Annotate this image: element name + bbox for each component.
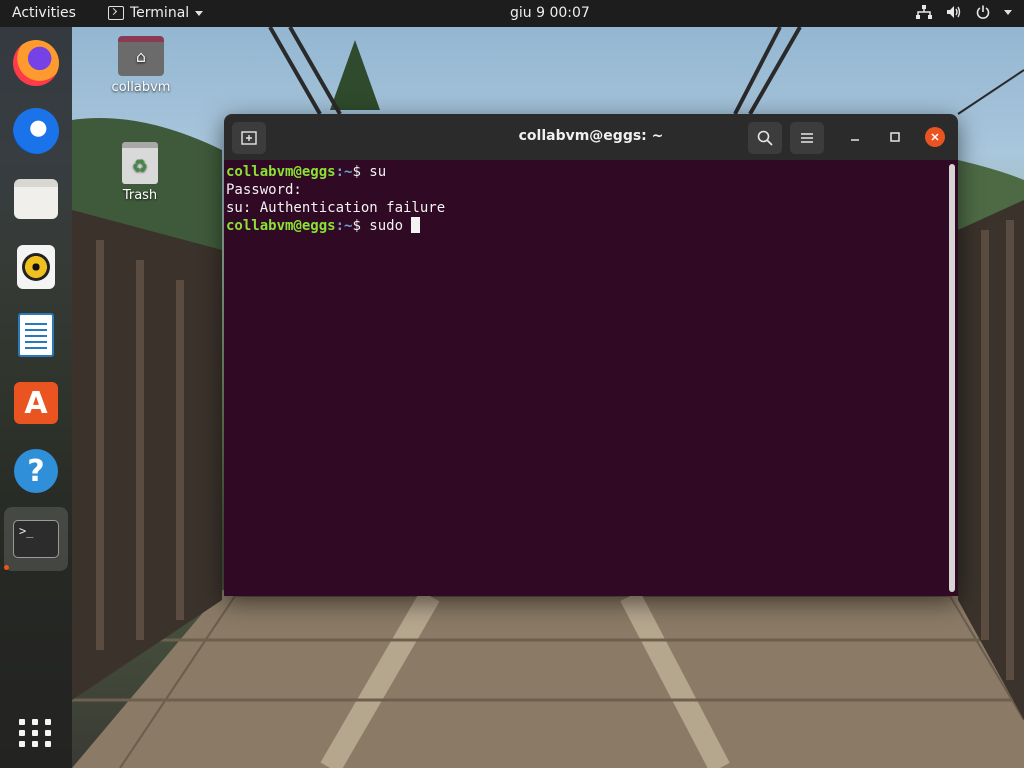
- trash-icon: ♻: [122, 142, 158, 184]
- desktop-icon-label: Trash: [122, 188, 158, 203]
- running-indicator: [4, 565, 9, 570]
- prompt-user: collabvm@eggs: [226, 164, 336, 180]
- power-icon: [976, 5, 990, 19]
- dock-ubuntu-software[interactable]: A: [4, 371, 68, 435]
- minimize-button[interactable]: [845, 127, 865, 147]
- rhythmbox-icon: [17, 245, 55, 289]
- activities-button[interactable]: Activities: [12, 5, 76, 21]
- prompt-path: :~: [335, 218, 353, 234]
- chevron-down-icon: [1004, 9, 1012, 15]
- command-text: sudo: [369, 218, 412, 234]
- prompt-symbol: $: [352, 164, 370, 180]
- scrollbar[interactable]: [949, 164, 955, 592]
- terminal-line: su: Authentication failure: [226, 200, 446, 216]
- dock-firefox[interactable]: [4, 31, 68, 95]
- prompt-symbol: $: [352, 218, 370, 234]
- network-icon: [916, 5, 932, 19]
- terminal-line: collabvm@eggs:~$ su: [226, 163, 956, 181]
- volume-icon: [946, 5, 962, 19]
- maximize-icon: [890, 132, 900, 142]
- text-cursor: [411, 217, 421, 233]
- dock-libreoffice-writer[interactable]: [4, 303, 68, 367]
- hamburger-menu-icon: [801, 133, 813, 143]
- show-applications-button[interactable]: [4, 701, 68, 765]
- minimize-icon: [851, 139, 859, 141]
- prompt-user: collabvm@eggs: [226, 218, 336, 234]
- libreoffice-writer-icon: [18, 313, 54, 357]
- dock-terminal[interactable]: >_: [4, 507, 68, 571]
- terminal-line: Password:: [226, 182, 302, 198]
- search-icon: [757, 130, 773, 146]
- ubuntu-software-icon: A: [14, 382, 58, 424]
- home-folder-icon: ⌂: [118, 36, 164, 76]
- thunderbird-icon: [13, 108, 59, 154]
- terminal-icon: >_: [13, 520, 59, 558]
- terminal-small-icon: [108, 6, 124, 20]
- close-button[interactable]: [925, 127, 945, 147]
- terminal-output[interactable]: collabvm@eggs:~$ su Password: su: Authen…: [224, 160, 958, 596]
- dock: A ? >_: [0, 27, 72, 768]
- dock-help[interactable]: ?: [4, 439, 68, 503]
- terminal-line: collabvm@eggs:~$ sudo: [226, 217, 956, 235]
- close-icon: [931, 133, 939, 141]
- menu-button[interactable]: [790, 122, 824, 154]
- chevron-down-icon: [195, 10, 204, 16]
- search-button[interactable]: [748, 122, 782, 154]
- app-menu[interactable]: Terminal: [108, 5, 204, 21]
- terminal-window: collabvm@eggs: ~ collabvm@eggs:~$ su Pas…: [224, 114, 958, 596]
- new-tab-button[interactable]: [232, 122, 266, 154]
- dock-files[interactable]: [4, 167, 68, 231]
- maximize-button[interactable]: [885, 127, 905, 147]
- window-titlebar[interactable]: collabvm@eggs: ~: [224, 114, 958, 160]
- desktop-icon-label: collabvm: [111, 80, 171, 95]
- desktop-icon-trash[interactable]: ♻ Trash: [110, 142, 170, 203]
- top-bar: Activities Terminal giu 9 00:07: [0, 0, 1024, 27]
- clock[interactable]: giu 9 00:07: [510, 5, 590, 21]
- prompt-path: :~: [335, 164, 353, 180]
- app-grid-icon: [19, 719, 53, 747]
- system-status-menu[interactable]: [916, 5, 1012, 19]
- dock-rhythmbox[interactable]: [4, 235, 68, 299]
- desktop-icon-home[interactable]: ⌂ collabvm: [106, 36, 176, 95]
- new-tab-icon: [241, 131, 257, 145]
- dock-thunderbird[interactable]: [4, 99, 68, 163]
- help-icon: ?: [14, 449, 58, 493]
- command-text: su: [369, 164, 387, 180]
- firefox-icon: [13, 40, 59, 86]
- files-icon: [14, 179, 58, 219]
- app-menu-label: Terminal: [130, 5, 190, 21]
